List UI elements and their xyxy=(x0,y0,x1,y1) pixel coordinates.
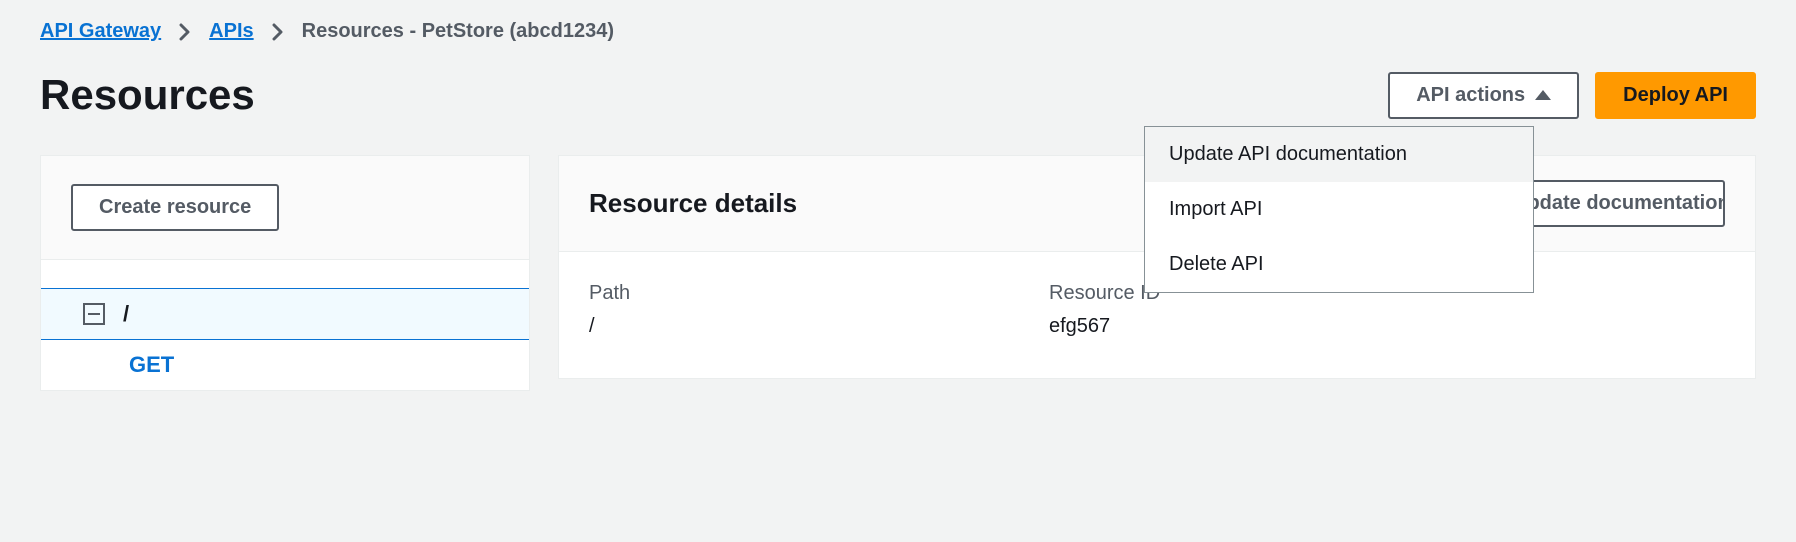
chevron-right-icon xyxy=(179,23,191,41)
api-actions-dropdown: Update API documentation Import API Dele… xyxy=(1144,126,1534,293)
deploy-api-button[interactable]: Deploy API xyxy=(1595,72,1756,119)
resource-tree: / GET xyxy=(41,260,529,390)
resource-tree-panel: Create resource / GET xyxy=(40,155,530,391)
field-path-label: Path xyxy=(589,282,989,305)
api-actions-button[interactable]: API actions xyxy=(1388,72,1579,119)
tree-node-method-get[interactable]: GET xyxy=(41,340,529,390)
create-resource-button[interactable]: Create resource xyxy=(71,184,279,231)
field-resource-id-value: efg567 xyxy=(1049,315,1449,338)
api-actions-label: API actions xyxy=(1416,84,1525,107)
tree-node-root[interactable]: / xyxy=(41,288,529,340)
collapse-icon[interactable] xyxy=(83,303,105,325)
breadcrumb-link-apis[interactable]: APIs xyxy=(209,20,253,43)
breadcrumb-link-api-gateway[interactable]: API Gateway xyxy=(40,20,161,43)
chevron-right-icon xyxy=(272,23,284,41)
tree-node-label: / xyxy=(123,301,129,327)
dropdown-item-import-api[interactable]: Import API xyxy=(1145,182,1533,237)
header-actions: API actions Deploy API Update API docume… xyxy=(1388,72,1756,119)
breadcrumb: API Gateway APIs Resources - PetStore (a… xyxy=(40,20,1756,43)
field-path: Path / xyxy=(589,282,989,338)
dropdown-item-delete-api[interactable]: Delete API xyxy=(1145,237,1533,292)
breadcrumb-current: Resources - PetStore (abcd1234) xyxy=(302,20,614,43)
page-title: Resources xyxy=(40,71,255,119)
page-header: Resources API actions Deploy API Update … xyxy=(40,71,1756,119)
resource-tree-header: Create resource xyxy=(41,156,529,260)
caret-up-icon xyxy=(1535,90,1551,100)
resource-details-title: Resource details xyxy=(589,188,797,219)
field-path-value: / xyxy=(589,315,989,338)
dropdown-item-update-api-documentation[interactable]: Update API documentation xyxy=(1145,127,1533,182)
